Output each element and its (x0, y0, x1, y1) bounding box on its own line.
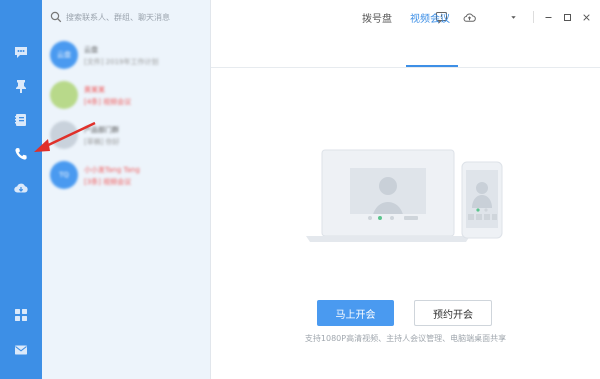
contact-name: 产品部门群 (84, 126, 119, 134)
contact-item[interactable]: 黄某某 [4条] 视频会议 (42, 78, 210, 118)
start-meeting-button[interactable]: 马上开会 (317, 300, 394, 326)
chat-icon[interactable] (9, 40, 33, 64)
contact-item[interactable]: 产品部门群 [草稿] 你好 (42, 118, 210, 158)
pin-icon[interactable] (9, 74, 33, 98)
toolbar-divider (533, 11, 534, 23)
contact-name: 小小发Tang Tang (84, 166, 140, 174)
active-tab-indicator (406, 65, 458, 67)
cloud-drive-icon[interactable] (9, 176, 33, 200)
minimize-icon[interactable] (540, 9, 556, 25)
cloud-upload-icon[interactable] (461, 9, 477, 25)
nav-rail (0, 0, 42, 379)
search-input[interactable] (66, 9, 266, 25)
contact-item[interactable]: TQ 小小发Tang Tang [3条] 视频会议 (42, 158, 210, 198)
tab-dialpad[interactable]: 拨号盘 (362, 10, 392, 25)
avatar: 云盘 (50, 41, 78, 69)
tab-bar (211, 34, 600, 68)
contact-last-message: [草稿] 你好 (84, 138, 120, 146)
contact-last-message: [文件] 2019年工作计划 (84, 58, 159, 66)
video-meeting-illustration (306, 149, 503, 242)
feature-description: 支持1080P高清视频、主持人会议管理、电脑端桌面共享 (304, 334, 507, 343)
apps-grid-icon[interactable] (9, 303, 33, 327)
contact-name: 云盘 (84, 46, 98, 54)
avatar: TQ (50, 161, 78, 189)
contact-last-message: [3条] 视频会议 (84, 178, 132, 186)
contact-item[interactable]: 云盘 云盘 [文件] 2019年工作计划 (42, 38, 210, 78)
contact-name: 黄某某 (84, 86, 105, 94)
schedule-meeting-button[interactable]: 预约开会 (414, 300, 492, 326)
phone-icon[interactable] (9, 142, 33, 166)
dropdown-caret-icon[interactable] (505, 9, 521, 25)
tab-video-meeting[interactable]: 视频会议 (410, 10, 450, 25)
contact-last-message: [4条] 视频会议 (84, 98, 132, 106)
maximize-icon[interactable] (559, 9, 575, 25)
avatar (50, 121, 78, 149)
app-window: 云盘 云盘 [文件] 2019年工作计划 黄某某 [4条] 视频会议 产品部门群… (0, 0, 600, 379)
avatar (50, 81, 78, 109)
contacts-book-icon[interactable] (9, 108, 33, 132)
close-icon[interactable] (578, 9, 594, 25)
mail-icon[interactable] (9, 338, 33, 362)
search-icon (50, 11, 62, 23)
